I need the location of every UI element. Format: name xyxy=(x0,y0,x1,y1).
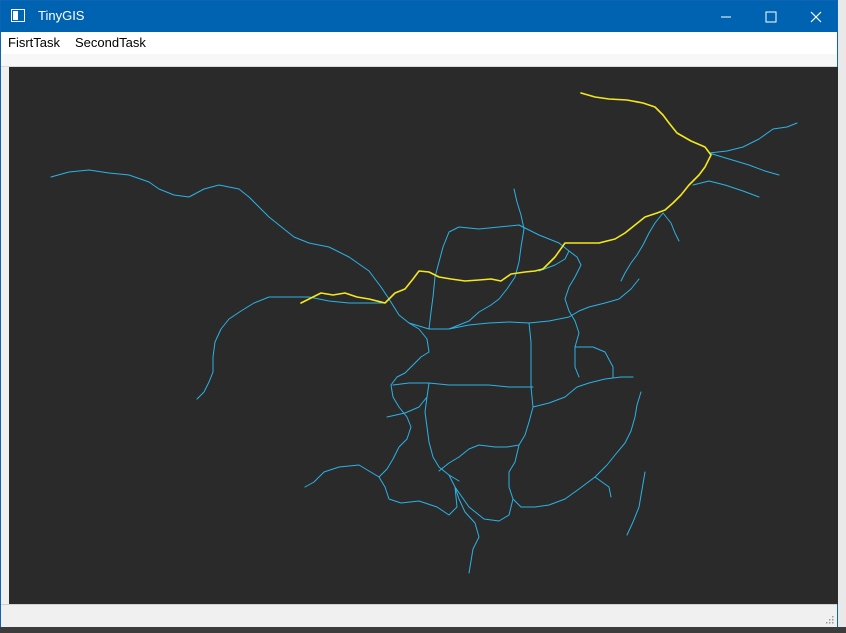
river-line xyxy=(708,122,798,154)
river-line xyxy=(448,188,525,330)
map-canvas[interactable] xyxy=(9,67,838,604)
river-line xyxy=(378,476,458,516)
river-line xyxy=(528,322,534,408)
minimize-button[interactable] xyxy=(703,1,748,32)
highlighted-route xyxy=(300,92,712,304)
close-icon xyxy=(810,11,821,22)
background-edge xyxy=(838,0,846,627)
river-line xyxy=(708,152,780,176)
close-button[interactable] xyxy=(793,1,838,32)
status-bar xyxy=(1,604,837,627)
menu-first-task[interactable]: FisrtTask xyxy=(8,35,60,50)
maximize-button[interactable] xyxy=(748,1,793,32)
maximize-icon xyxy=(765,11,776,22)
river-line xyxy=(386,396,428,418)
river-line xyxy=(620,212,664,282)
title-bar[interactable]: TinyGIS xyxy=(1,1,837,32)
toolbar xyxy=(1,54,837,67)
river-line xyxy=(574,346,614,378)
taskbar-edge xyxy=(0,627,846,633)
minimize-icon xyxy=(720,16,731,17)
river-line xyxy=(564,250,582,378)
river-line xyxy=(304,322,430,488)
river-line xyxy=(438,406,534,472)
river-line xyxy=(508,391,642,508)
river-line xyxy=(448,474,480,574)
river-line xyxy=(594,476,612,498)
app-window-icon xyxy=(11,9,25,22)
river-line xyxy=(578,278,640,312)
river-line xyxy=(454,486,514,522)
menu-second-task[interactable]: SecondTask xyxy=(75,35,146,50)
app-window: TinyGIS FisrtTask SecondTask xyxy=(0,0,838,627)
river-line xyxy=(50,169,580,330)
menu-bar: FisrtTask SecondTask xyxy=(1,32,837,54)
river-line xyxy=(428,224,570,330)
river-line xyxy=(532,376,634,408)
river-line xyxy=(692,180,760,198)
river-line xyxy=(662,212,680,242)
river-network-map xyxy=(50,92,798,574)
river-lines xyxy=(50,92,798,574)
resize-grip-icon[interactable] xyxy=(826,616,834,624)
window-title: TinyGIS xyxy=(38,8,85,23)
river-line xyxy=(196,296,386,400)
river-line xyxy=(392,382,534,388)
river-line xyxy=(424,382,460,482)
river-line xyxy=(626,471,646,536)
